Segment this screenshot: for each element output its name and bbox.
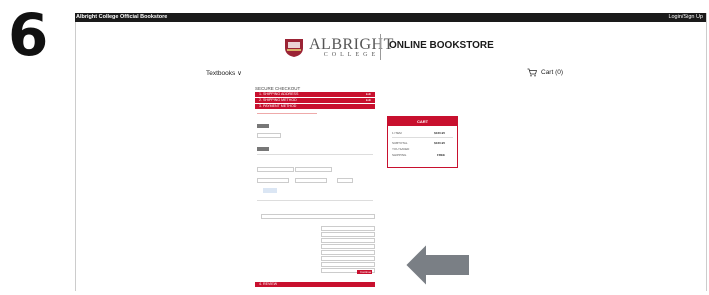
cvv-field[interactable] — [337, 178, 353, 183]
step-number: 6 — [8, 1, 49, 69]
state-field[interactable] — [321, 256, 375, 261]
apply-button[interactable] — [257, 124, 269, 128]
billing-address-select[interactable] — [261, 214, 375, 219]
step-payment-method[interactable]: 3. PAYMENT METHOD — [255, 104, 375, 109]
first-name-field[interactable] — [321, 226, 375, 231]
top-bar: Albright College Official Bookstore Logi… — [75, 13, 706, 22]
cart-label: Cart (0) — [541, 69, 564, 76]
address-line1-field[interactable] — [321, 238, 375, 243]
crest-icon — [283, 36, 305, 58]
zip-field[interactable] — [321, 262, 375, 267]
step-shipping-address[interactable]: 1. SHIPPING ADDRESS Edit — [255, 92, 375, 97]
step-shipping-method[interactable]: 2. SHIPPING METHOD Edit — [255, 98, 375, 103]
payment-form-body — [257, 110, 375, 280]
cardholder-field[interactable] — [257, 178, 289, 183]
expiration-field[interactable] — [295, 178, 327, 183]
card-type-field[interactable] — [257, 167, 294, 172]
header-divider — [380, 34, 381, 60]
step-review[interactable]: 4. REVIEW — [255, 282, 375, 287]
apply-promo-button[interactable] — [257, 147, 269, 151]
continue-button[interactable]: Continue — [357, 270, 372, 274]
store-title: ONLINE BOOKSTORE — [389, 40, 494, 51]
logo-main-text: ALBRIGHT — [309, 35, 394, 53]
last-name-field[interactable] — [321, 232, 375, 237]
login-link[interactable]: Login/Sign Up — [668, 13, 703, 22]
checkout-title: SECURE CHECKOUT — [255, 86, 301, 91]
textbooks-menu[interactable]: Textbooks ∨ — [206, 69, 242, 77]
albright-logo[interactable]: ALBRIGHT COLLEGE — [283, 36, 394, 58]
cart-icon — [527, 68, 537, 77]
paypal-icon[interactable] — [263, 188, 277, 193]
checkout-form: SECURE CHECKOUT 1. SHIPPING ADDRESS Edit… — [255, 86, 375, 110]
card-number-field[interactable] — [295, 167, 332, 172]
site-name[interactable]: Albright College Official Bookstore — [76, 13, 167, 22]
cart-link[interactable]: Cart (0) — [527, 68, 563, 77]
pointer-arrow — [403, 240, 473, 295]
city-field[interactable] — [321, 250, 375, 255]
cart-summary-title: CART — [388, 117, 457, 126]
cart-summary: CART 1 ITEM $160.95 SUBTOTAL $160.95 YOU… — [387, 116, 458, 168]
promo-field[interactable] — [257, 133, 281, 138]
address-line2-field[interactable] — [321, 244, 375, 249]
